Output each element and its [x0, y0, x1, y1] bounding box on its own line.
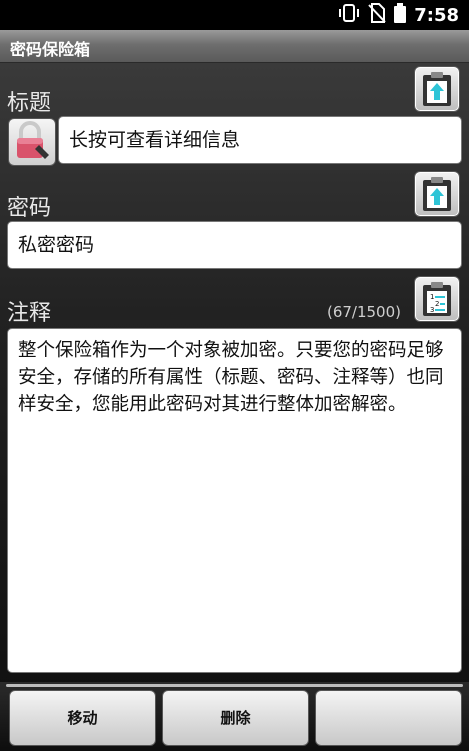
- status-bar: 7:58: [0, 0, 469, 30]
- move-button[interactable]: 移动: [9, 690, 156, 746]
- app-title-bar: 密码保险箱: [0, 30, 469, 63]
- bottom-divider: [6, 684, 463, 687]
- app-title: 密码保险箱: [10, 40, 91, 59]
- padlock-icon: [17, 121, 49, 159]
- svg-text:2: 2: [435, 300, 439, 308]
- status-time: 7:58: [414, 4, 459, 26]
- title-label: 标题: [7, 91, 52, 116]
- clipboard-paste-icon: [423, 177, 451, 211]
- lock-button[interactable]: [8, 118, 56, 166]
- svg-text:3: 3: [430, 306, 434, 314]
- numbered-list-icon: 1 2 3: [423, 282, 451, 316]
- password-input[interactable]: 私密密码: [7, 221, 462, 269]
- clipboard-paste-icon: [423, 72, 451, 106]
- numbered-list-button[interactable]: 1 2 3: [414, 276, 460, 322]
- password-value: 私密密码: [18, 234, 95, 256]
- notes-value: 整个保险箱作为一个对象被加密。只要您的密码足够安全，存储的所有属性（标题、密码、…: [18, 340, 444, 415]
- title-paste-button[interactable]: [414, 66, 460, 112]
- no-sim-icon: [368, 3, 386, 27]
- title-value: 长按可查看详细信息: [69, 129, 241, 151]
- password-label: 密码: [7, 196, 52, 221]
- vibrate-icon: [338, 4, 360, 26]
- svg-text:1: 1: [430, 293, 434, 301]
- more-button[interactable]: [315, 690, 462, 746]
- password-paste-button[interactable]: [414, 171, 460, 217]
- delete-button[interactable]: 删除: [162, 690, 309, 746]
- move-button-label: 移动: [67, 709, 98, 727]
- title-input[interactable]: 长按可查看详细信息: [58, 116, 462, 164]
- delete-button-label: 删除: [220, 709, 251, 727]
- notes-label: 注释: [7, 301, 52, 326]
- main-content: 标题 长按可查看详细信息 密码 私密密码 注释 (67/1500) 1 2 3 …: [0, 63, 469, 688]
- notes-textarea[interactable]: 整个保险箱作为一个对象被加密。只要您的密码足够安全，存储的所有属性（标题、密码、…: [7, 328, 462, 673]
- notes-counter: (67/1500): [326, 303, 401, 321]
- battery-icon: [394, 3, 407, 27]
- status-icons: 7:58: [338, 3, 459, 27]
